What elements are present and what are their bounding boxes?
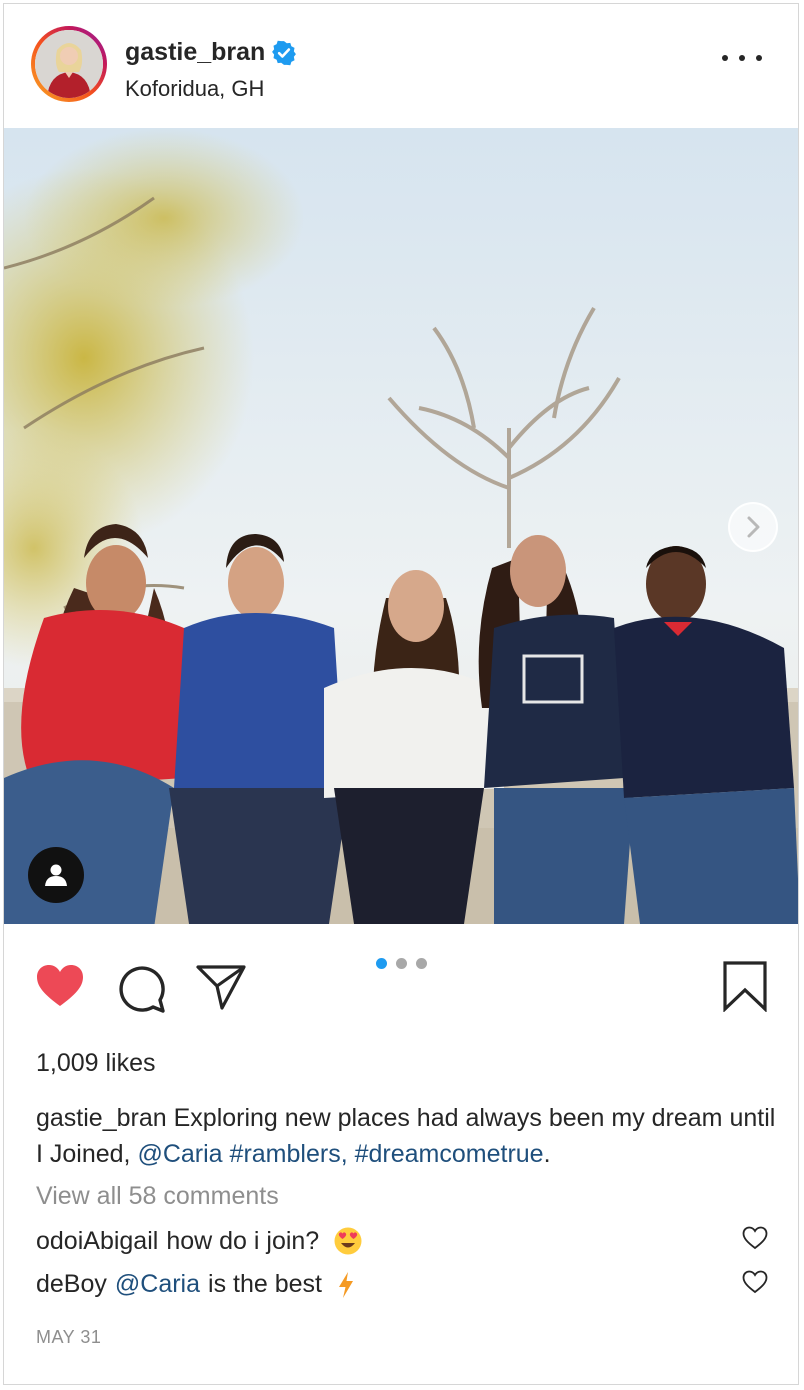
carousel-indicator (376, 958, 427, 969)
comment-text: how do i join? (166, 1226, 320, 1255)
comment-username[interactable]: deBoy (36, 1270, 107, 1299)
view-all-comments-link[interactable]: View all 58 comments (36, 1182, 279, 1211)
verified-badge-icon (272, 40, 297, 65)
bookmark-icon[interactable] (722, 960, 768, 1012)
post-date: MAY 31 (36, 1327, 102, 1347)
comment-mention[interactable]: @Caria (115, 1270, 200, 1299)
carousel-dot (396, 958, 407, 969)
group-photo-image (4, 128, 798, 924)
heart-eyes-emoji-icon (334, 1227, 362, 1255)
post-caption: gastie_bran Exploring new places had alw… (36, 1100, 776, 1172)
likes-count[interactable]: 1,009 likes (36, 1049, 156, 1078)
hashtag-dreamcometrue[interactable]: #dreamcometrue (355, 1140, 544, 1168)
post-card: gastie_bran Koforidua, GH 1,009 likes ga… (3, 3, 799, 1385)
comment-icon[interactable] (115, 962, 167, 1014)
carousel-next-button[interactable] (728, 502, 778, 552)
hashtag-separator: , (340, 1140, 348, 1168)
caption-mention[interactable]: @Caria (137, 1140, 222, 1168)
more-dot (722, 55, 728, 61)
avatar[interactable] (35, 30, 103, 98)
chevron-right-icon (747, 516, 760, 538)
heart-filled-icon[interactable] (35, 964, 85, 1008)
post-username[interactable]: gastie_bran (125, 38, 265, 67)
user-tag-button[interactable] (28, 847, 84, 903)
more-dot (756, 55, 762, 61)
comment-item: deBoy @Caria is the best (36, 1270, 356, 1299)
post-header: gastie_bran Koforidua, GH (4, 4, 798, 128)
hashtag-ramblers[interactable]: #ramblers (230, 1140, 341, 1168)
post-location[interactable]: Koforidua, GH (125, 76, 264, 102)
more-dot (739, 55, 745, 61)
comment-username[interactable]: odoiAbigail (36, 1227, 158, 1256)
username-row: gastie_bran (125, 38, 297, 67)
caption-end: . (543, 1140, 551, 1168)
lightning-emoji-icon (338, 1271, 353, 1298)
comment-text: is the best (208, 1270, 322, 1298)
caption-username[interactable]: gastie_bran (36, 1104, 167, 1132)
action-bar (4, 924, 798, 1044)
like-comment-heart-icon[interactable] (742, 1226, 768, 1250)
carousel-dot-active (376, 958, 387, 969)
user-tag-icon (45, 864, 67, 886)
paper-plane-icon[interactable] (195, 962, 247, 1012)
like-comment-heart-icon[interactable] (742, 1270, 768, 1294)
avatar-ring[interactable] (31, 26, 107, 102)
more-options-icon[interactable] (722, 46, 762, 70)
carousel-dot (416, 958, 427, 969)
caption-hashtag[interactable]: #ramblers, (230, 1140, 348, 1168)
post-photo[interactable] (4, 128, 798, 924)
comment-item: odoiAbigail how do i join? (36, 1226, 363, 1256)
